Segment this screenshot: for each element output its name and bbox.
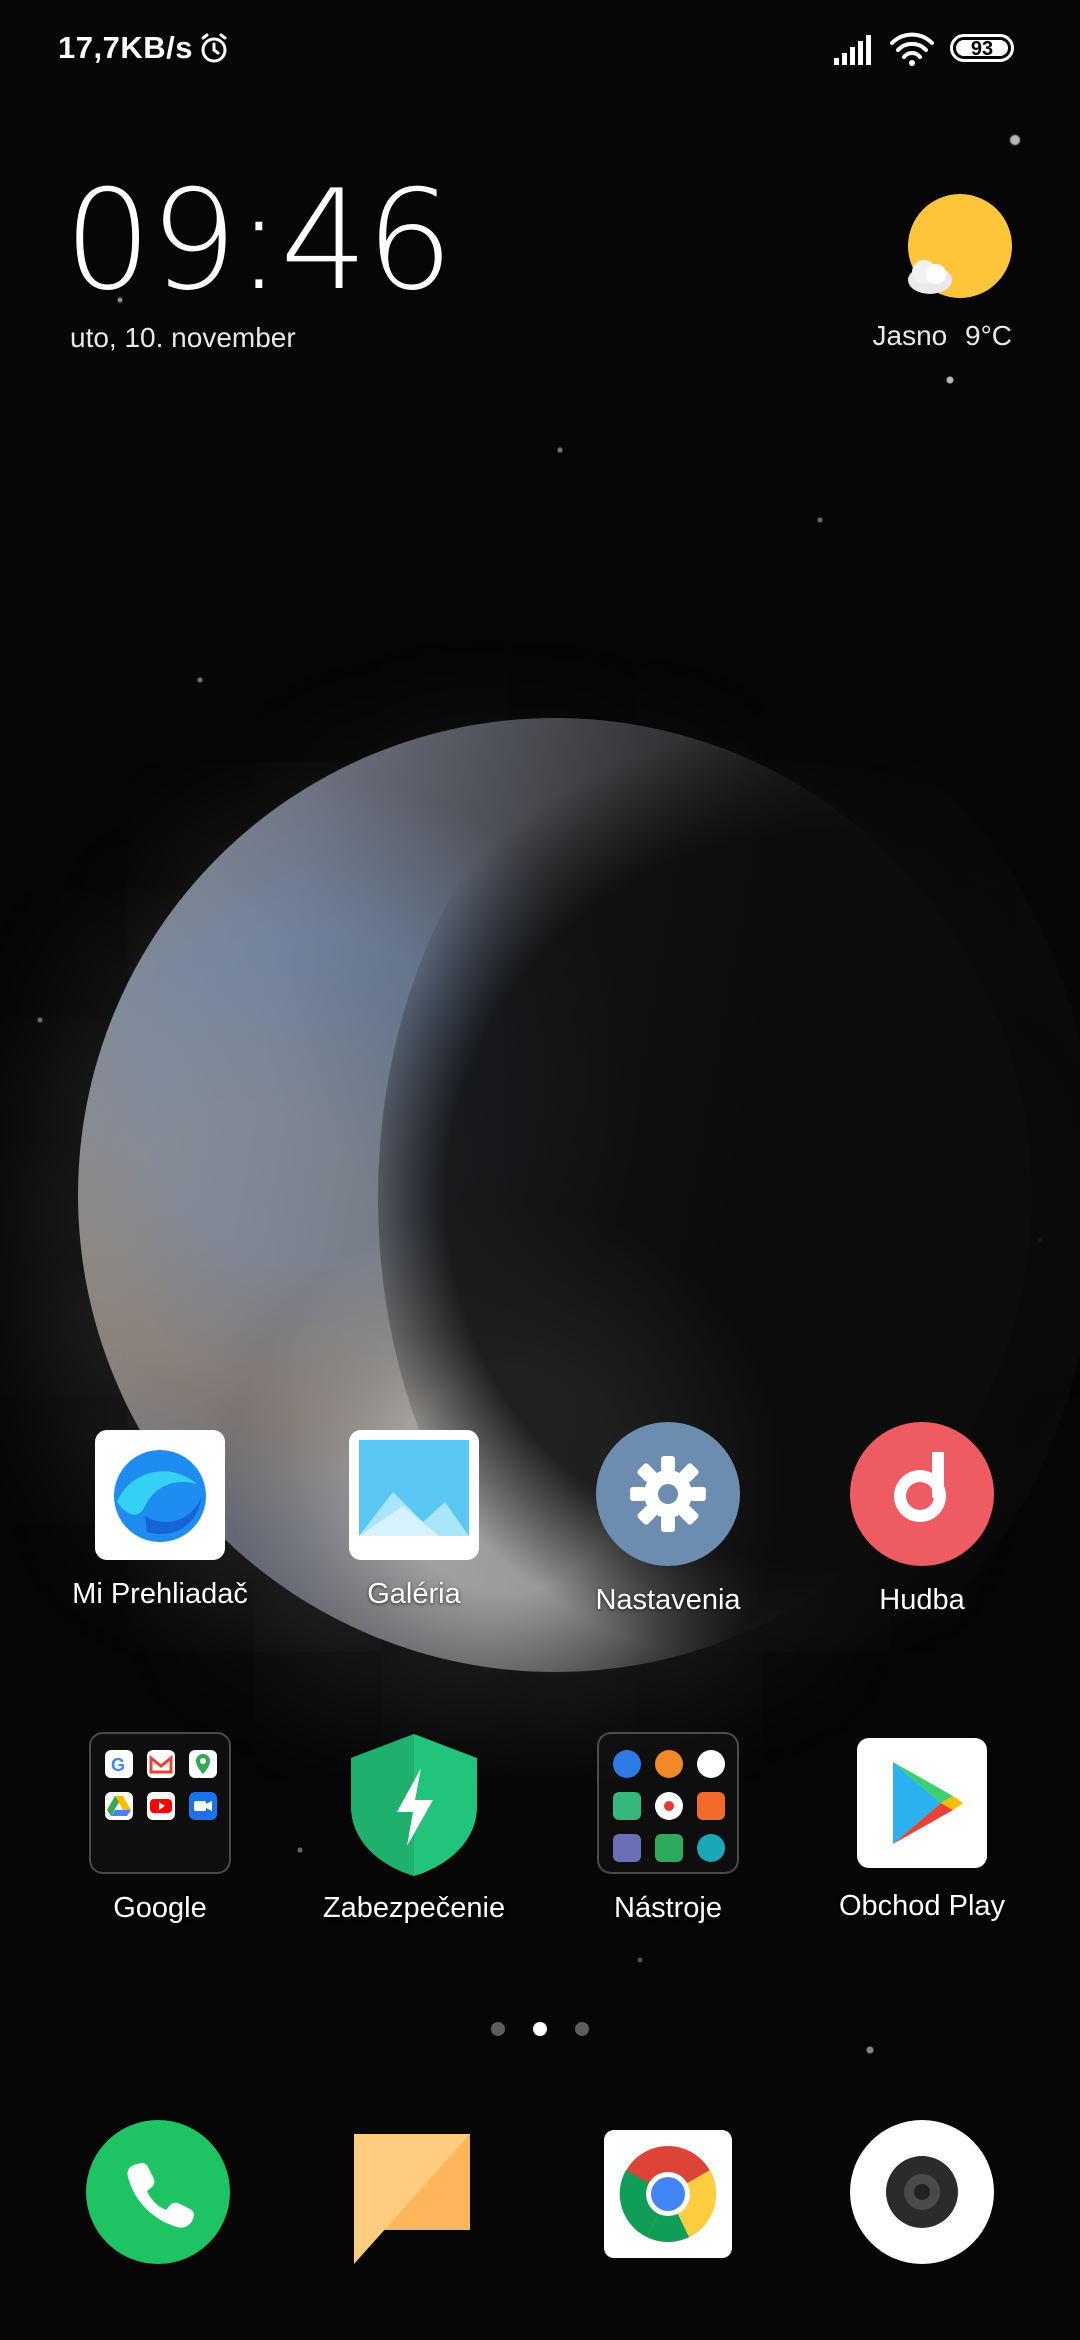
clock-time[interactable]: 09:46 (64, 172, 454, 310)
phone-icon (86, 2120, 230, 2264)
weather-widget[interactable]: Jasno 9°C (863, 320, 1013, 352)
app-gallery[interactable]: Galéria (304, 1430, 524, 1611)
dock-phone[interactable] (86, 2120, 230, 2264)
page-dot-active[interactable] (533, 2022, 547, 2036)
app-label: Google (113, 1892, 207, 1924)
dock-camera[interactable] (850, 2120, 994, 2264)
app-music[interactable]: Hudba (812, 1422, 1032, 1617)
app-play-store[interactable]: Obchod Play (812, 1738, 1032, 1923)
camera-icon (850, 2120, 994, 2264)
page-indicator[interactable] (0, 2022, 1080, 2041)
alarm-icon (201, 33, 227, 63)
music-note-icon (850, 1422, 994, 1566)
dock-messages[interactable] (340, 2120, 484, 2264)
messages-icon (354, 2134, 470, 2264)
app-mi-browser[interactable]: Mi Prehliadač (50, 1430, 270, 1611)
sunny-weather-icon[interactable] (902, 194, 1014, 306)
battery-percent: 93 (970, 38, 994, 60)
status-bar: 17,7KB/s 93 (0, 0, 1080, 100)
svg-text:G: G (111, 1755, 125, 1775)
page-dot[interactable] (575, 2022, 590, 2036)
app-settings[interactable]: Nastavenia (558, 1422, 778, 1617)
app-label: Nastavenia (595, 1584, 741, 1616)
play-store-icon (857, 1738, 987, 1868)
security-shield-icon (349, 1732, 479, 1878)
wifi-icon (890, 32, 934, 66)
clock-date[interactable]: uto, 10. november (70, 322, 296, 354)
app-label: Galéria (367, 1578, 461, 1610)
page-dot[interactable] (490, 2022, 505, 2036)
weather-condition: Jasno (872, 320, 948, 351)
tools-folder-icon (597, 1732, 739, 1874)
signal-strength-icon (834, 35, 871, 65)
google-folder-icon: G (89, 1732, 231, 1874)
app-label: Obchod Play (838, 1890, 1006, 1922)
app-security[interactable]: Zabezpečenie (304, 1732, 524, 1925)
app-label: Nástroje (614, 1892, 722, 1924)
app-label: Zabezpečenie (322, 1892, 506, 1924)
weather-temperature: 9°C (965, 320, 1012, 351)
app-folder-google[interactable]: G Google (50, 1732, 270, 1925)
app-folder-tools[interactable]: Nástroje (558, 1732, 778, 1925)
dock-chrome[interactable] (604, 2130, 748, 2274)
settings-gear-icon (596, 1422, 740, 1566)
app-label: Hudba (879, 1584, 965, 1616)
app-label: Mi Prehliadač (72, 1578, 248, 1610)
gallery-icon (349, 1430, 479, 1560)
network-speed: 17,7KB/s (58, 30, 193, 65)
chrome-icon (604, 2130, 732, 2258)
battery-indicator: 93 (950, 34, 1014, 62)
mi-browser-icon (95, 1430, 225, 1560)
